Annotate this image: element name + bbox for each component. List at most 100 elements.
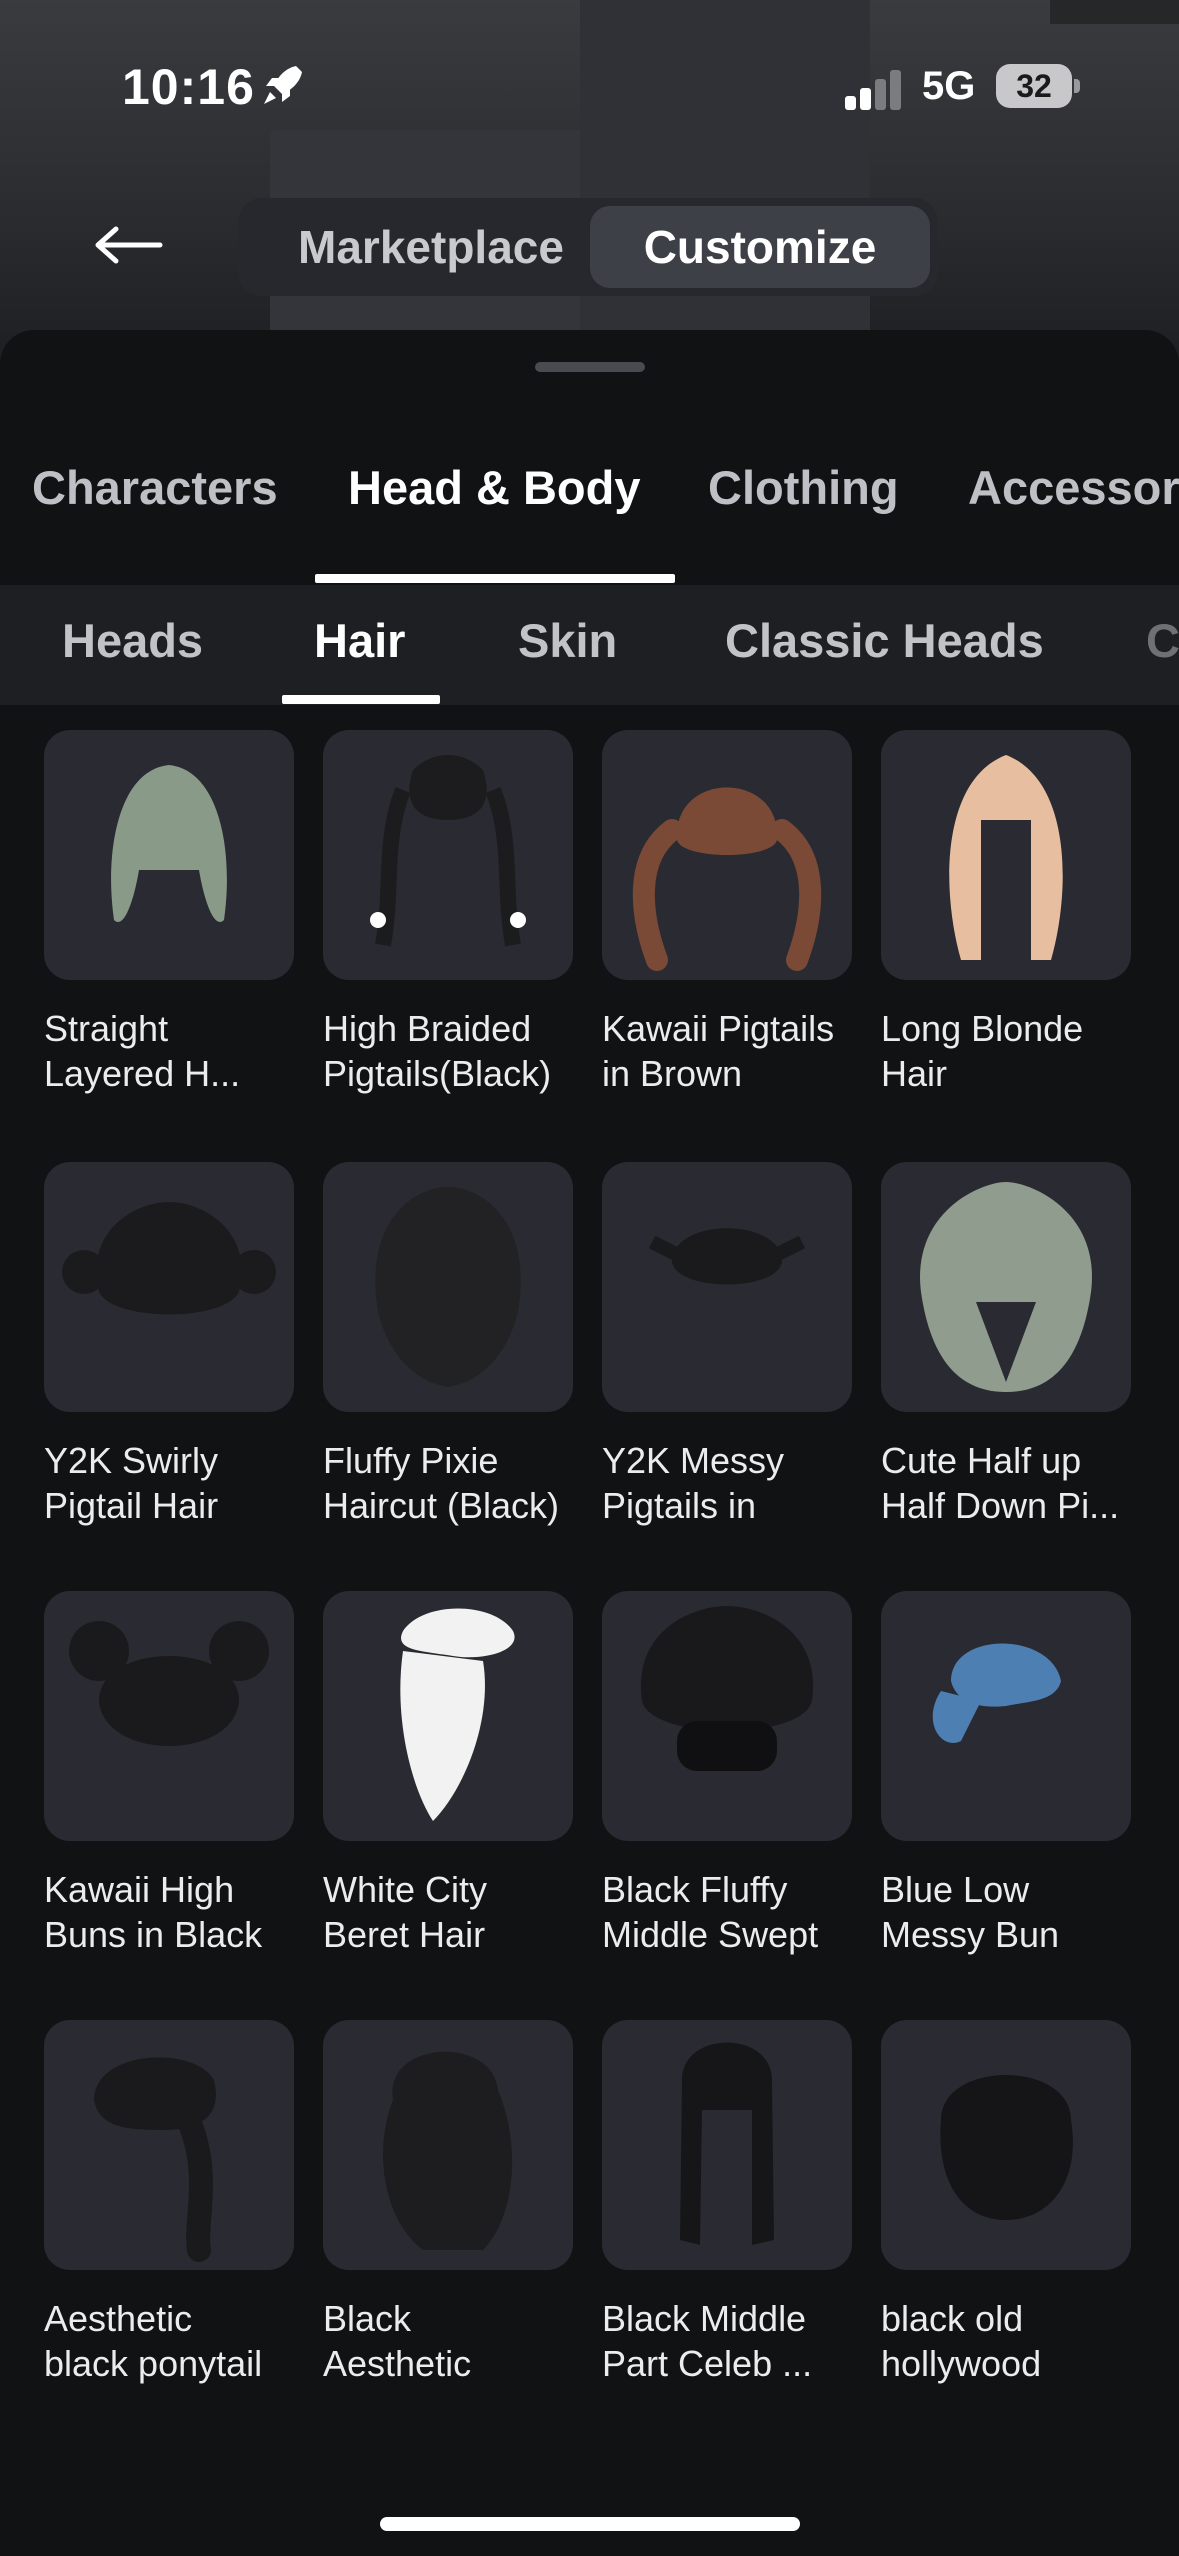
- hair-preview-image: [69, 1621, 269, 1746]
- battery-level: 32: [996, 64, 1072, 108]
- hair-item-card[interactable]: Long Blonde Hair: [881, 730, 1131, 1096]
- hair-item-name-line: Part Celeb ...: [602, 2343, 813, 2384]
- hair-item-card[interactable]: Black Fluffy Middle Swept: [602, 1591, 852, 1957]
- hair-preview-image: [111, 765, 227, 922]
- tab-clothing[interactable]: Clothing: [708, 460, 899, 515]
- hair-item-name: White City Beret Hair: [323, 1867, 593, 1957]
- hair-item-name: Kawaii High Buns in Black: [44, 1867, 314, 1957]
- hair-item-name: Kawaii Pigtails in Brown: [602, 1006, 872, 1096]
- sheet-drag-handle[interactable]: [535, 362, 645, 372]
- tab-heads[interactable]: Heads: [62, 613, 203, 668]
- customize-sheet: Characters Head & Body Clothing Accessor…: [0, 330, 1179, 2556]
- arrow-left-icon: [95, 226, 163, 264]
- hair-item-card[interactable]: High Braided Pigtails(Black): [323, 730, 573, 1096]
- hair-item-name: Black Fluffy Middle Swept: [602, 1867, 872, 1957]
- hair-item-thumbnail[interactable]: [44, 1591, 294, 1841]
- hair-item-thumbnail[interactable]: [881, 2020, 1131, 2270]
- status-bar: 10:16 5G 32: [0, 0, 1179, 180]
- hair-item-card[interactable]: Cute Half up Half Down Pi...: [881, 1162, 1131, 1528]
- hair-item-name-line: in Brown: [602, 1053, 743, 1094]
- top-segmented-control: Marketplace Customize: [238, 198, 938, 296]
- hair-item-name-line: Haircut (Black): [323, 1485, 560, 1526]
- hair-item-name: Cute Half up Half Down Pi...: [881, 1438, 1151, 1528]
- home-indicator[interactable]: [380, 2517, 800, 2531]
- hair-item-card[interactable]: Aesthetic black ponytail: [44, 2020, 294, 2386]
- tab-accessories[interactable]: Accessor: [968, 460, 1179, 515]
- hair-item-name-line: Blue Low: [881, 1869, 1030, 1910]
- tab-more[interactable]: C: [1146, 613, 1179, 668]
- hair-item-name-line: Hair: [881, 1053, 948, 1094]
- tab-marketplace[interactable]: Marketplace: [246, 206, 616, 288]
- hair-item-card[interactable]: Black Middle Part Celeb ...: [602, 2020, 852, 2386]
- hair-item-thumbnail[interactable]: [323, 1591, 573, 1841]
- tab-head-body[interactable]: Head & Body: [348, 460, 641, 515]
- hair-item-name-line: Black Fluffy: [602, 1869, 788, 1910]
- hair-item-name-line: Buns in Black: [44, 1914, 263, 1955]
- hair-item-name-line: Pigtails in: [602, 1485, 757, 1526]
- hair-item-name: High Braided Pigtails(Black): [323, 1006, 593, 1096]
- hair-preview-image: [632, 787, 822, 971]
- hair-item-card[interactable]: Straight Layered H...: [44, 730, 294, 1096]
- hair-item-name-line: Pigtails(Black): [323, 1053, 552, 1094]
- hair-item-name: Long Blonde Hair: [881, 1006, 1151, 1096]
- hair-item-thumbnail[interactable]: [44, 730, 294, 980]
- hair-item-thumbnail[interactable]: [323, 730, 573, 980]
- hair-item-thumbnail[interactable]: [602, 2020, 852, 2270]
- battery-icon: 32: [996, 64, 1080, 108]
- hair-item-name-line: Pigtail Hair: [44, 1485, 219, 1526]
- tab-classic-heads[interactable]: Classic Heads: [725, 613, 1044, 668]
- hair-item-thumbnail[interactable]: [881, 730, 1131, 980]
- hair-item-name-line: Aesthetic: [323, 2343, 472, 2384]
- hair-item-name-line: Y2K Messy: [602, 1440, 785, 1481]
- hair-item-card[interactable]: Blue Low Messy Bun: [881, 1591, 1131, 1957]
- hair-preview-image: [920, 1182, 1092, 1392]
- hair-item-thumbnail[interactable]: [44, 2020, 294, 2270]
- hair-item-name-line: Black Middle: [602, 2298, 807, 2339]
- rocket-icon: [264, 66, 302, 104]
- hair-item-card[interactable]: black old hollywood: [881, 2020, 1131, 2386]
- hair-item-name-line: Beret Hair: [323, 1914, 486, 1955]
- hair-item-name-line: Kawaii Pigtails: [602, 1008, 835, 1049]
- hair-item-card[interactable]: Kawaii High Buns in Black: [44, 1591, 294, 1957]
- hair-item-name-line: Long Blonde: [881, 1008, 1084, 1049]
- hair-preview-image: [370, 755, 526, 947]
- hair-item-name-line: Straight: [44, 1008, 169, 1049]
- hair-item-thumbnail[interactable]: [44, 1162, 294, 1412]
- hair-item-thumbnail[interactable]: [881, 1162, 1131, 1412]
- hair-preview-image: [400, 1608, 515, 1821]
- hair-item-card[interactable]: Black Aesthetic: [323, 2020, 573, 2386]
- hair-item-name: Blue Low Messy Bun: [881, 1867, 1151, 1957]
- hair-item-card[interactable]: Fluffy Pixie Haircut (Black): [323, 1162, 573, 1528]
- hair-item-thumbnail[interactable]: [323, 2020, 573, 2270]
- hair-item-thumbnail[interactable]: [602, 1591, 852, 1841]
- hair-item-name-line: Half Down Pi...: [881, 1485, 1120, 1526]
- network-type: 5G: [922, 64, 976, 108]
- hair-item-thumbnail[interactable]: [323, 1162, 573, 1412]
- tab-hair[interactable]: Hair: [314, 613, 405, 668]
- hair-item-name-line: Middle Swept: [602, 1914, 819, 1955]
- hair-preview-image: [949, 755, 1063, 960]
- active-tab-indicator: [315, 574, 675, 583]
- hair-item-name-line: Messy Bun: [881, 1914, 1060, 1955]
- hair-preview-image: [383, 2051, 513, 2250]
- hair-item-thumbnail[interactable]: [602, 1162, 852, 1412]
- hair-item-card[interactable]: Kawaii Pigtails in Brown: [602, 730, 852, 1096]
- hair-preview-image: [640, 1606, 814, 1771]
- hair-item-name-line: hollywood: [881, 2343, 1042, 2384]
- hair-preview-image: [648, 1228, 806, 1285]
- hair-item-name-line: White City: [323, 1869, 488, 1910]
- hair-item-name: Black Aesthetic: [323, 2296, 593, 2386]
- tab-customize[interactable]: Customize: [590, 206, 930, 288]
- hair-item-card[interactable]: White City Beret Hair: [323, 1591, 573, 1957]
- tab-characters[interactable]: Characters: [32, 460, 278, 515]
- hair-item-thumbnail[interactable]: [602, 730, 852, 980]
- hair-item-card[interactable]: Y2K Swirly Pigtail Hair: [44, 1162, 294, 1528]
- hair-item-name: Straight Layered H...: [44, 1006, 314, 1096]
- hair-item-card[interactable]: Y2K Messy Pigtails in: [602, 1162, 852, 1528]
- tab-skin[interactable]: Skin: [518, 613, 617, 668]
- back-button[interactable]: [84, 210, 174, 280]
- hair-item-name: Y2K Swirly Pigtail Hair: [44, 1438, 314, 1528]
- hair-preview-image: [375, 1187, 521, 1387]
- hair-item-name-line: black old: [881, 2298, 1024, 2339]
- hair-item-thumbnail[interactable]: [881, 1591, 1131, 1841]
